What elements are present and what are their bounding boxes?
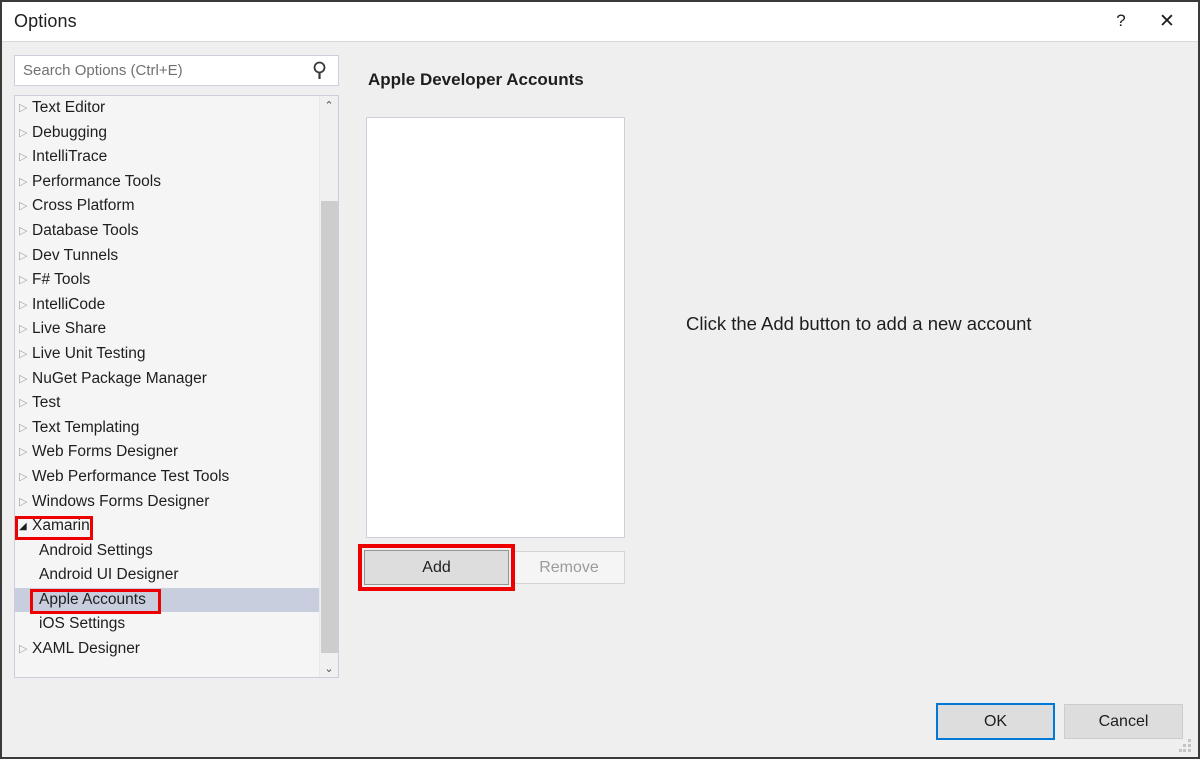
tree-item-windows-forms-designer[interactable]: ▷ Windows Forms Designer xyxy=(15,490,320,515)
tree-item-label: Text Templating xyxy=(32,418,140,436)
tree-item-database-tools[interactable]: ▷ Database Tools xyxy=(15,219,320,244)
search-icon[interactable] xyxy=(311,60,331,81)
tree-item-cross-platform[interactable]: ▷ Cross Platform xyxy=(15,194,320,219)
options-tree-list[interactable]: ▷ Text Editor ▷ Debugging ▷ IntelliTrace ▷ Perf… xyxy=(15,96,320,677)
tree-item-label: Live Unit Testing xyxy=(32,344,146,362)
tree-item-label: NuGet Package Manager xyxy=(32,369,207,387)
tree-item-apple-accounts[interactable]: Apple Accounts xyxy=(15,587,320,613)
chevron-collapsed-icon[interactable]: ▷ xyxy=(19,317,32,342)
add-button[interactable]: Add xyxy=(364,550,509,585)
title-bar: Options ? ✕ xyxy=(2,2,1198,42)
chevron-collapsed-icon[interactable]: ▷ xyxy=(19,244,32,269)
options-tree[interactable]: ▷ Text Editor ▷ Debugging ▷ IntelliTrace ▷ Perf… xyxy=(14,95,339,678)
tree-item-label: Live Share xyxy=(32,320,107,338)
tree-item-xamarin[interactable]: ◢ Xamarin xyxy=(15,514,320,539)
tree-item-label: Dev Tunnels xyxy=(32,246,119,264)
remove-button: Remove xyxy=(513,551,625,584)
tree-item-label: IntelliCode xyxy=(32,295,106,313)
ok-button[interactable]: OK xyxy=(936,703,1055,740)
tree-item-label: Xamarin xyxy=(32,517,90,535)
chevron-collapsed-icon[interactable]: ▷ xyxy=(19,194,32,219)
tree-item-label: Android UI Designer xyxy=(39,566,179,584)
chevron-collapsed-icon[interactable]: ▷ xyxy=(19,637,32,662)
chevron-collapsed-icon[interactable]: ▷ xyxy=(19,391,32,416)
tree-item-label: iOS Settings xyxy=(39,615,126,633)
tree-item-performance-tools[interactable]: ▷ Performance Tools xyxy=(15,170,320,195)
chevron-collapsed-icon[interactable]: ▷ xyxy=(19,121,32,146)
window-title: Options xyxy=(14,11,77,31)
empty-state-message: Click the Add button to add a new accoun… xyxy=(686,313,1032,334)
tree-item-label: Performance Tools xyxy=(32,172,161,190)
chevron-collapsed-icon[interactable]: ▷ xyxy=(19,268,32,293)
chevron-collapsed-icon[interactable]: ▷ xyxy=(19,440,32,465)
tree-item-label: Android Settings xyxy=(39,541,153,559)
chevron-collapsed-icon[interactable]: ▷ xyxy=(19,145,32,170)
search-box[interactable] xyxy=(14,55,339,86)
tree-item-debugging[interactable]: ▷ Debugging xyxy=(15,121,320,146)
tree-item-live-unit-testing[interactable]: ▷ Live Unit Testing xyxy=(15,342,320,367)
chevron-collapsed-icon[interactable]: ▷ xyxy=(19,465,32,490)
cancel-button[interactable]: Cancel xyxy=(1064,704,1183,739)
tree-item-android-ui-designer[interactable]: Android UI Designer xyxy=(15,563,320,588)
tree-item-test[interactable]: ▷ Test xyxy=(15,391,320,416)
tree-item-label: Cross Platform xyxy=(32,197,135,215)
tree-item-label: Apple Accounts xyxy=(39,590,146,608)
tree-item-android-settings[interactable]: Android Settings xyxy=(15,539,320,564)
chevron-collapsed-icon[interactable]: ▷ xyxy=(19,219,32,244)
tree-item-f-tools[interactable]: ▷ F# Tools xyxy=(15,268,320,293)
tree-item-label: F# Tools xyxy=(32,271,91,289)
tree-item-nuget-package-manager[interactable]: ▷ NuGet Package Manager xyxy=(15,367,320,392)
chevron-collapsed-icon[interactable]: ▷ xyxy=(19,342,32,367)
tree-item-label: Database Tools xyxy=(32,221,139,239)
chevron-collapsed-icon[interactable]: ▷ xyxy=(19,170,32,195)
search-input[interactable] xyxy=(15,56,305,85)
tree-item-intellitrace[interactable]: ▷ IntelliTrace xyxy=(15,145,320,170)
tree-item-web-forms-designer[interactable]: ▷ Web Forms Designer xyxy=(15,440,320,465)
tree-item-live-share[interactable]: ▷ Live Share xyxy=(15,317,320,342)
scroll-down-icon[interactable]: ⌄ xyxy=(320,659,338,677)
tree-item-label: Text Editor xyxy=(32,99,106,116)
help-icon[interactable]: ? xyxy=(1098,2,1144,40)
scrollbar-thumb[interactable] xyxy=(321,201,338,653)
tree-item-ios-settings[interactable]: iOS Settings xyxy=(15,612,320,637)
chevron-expanded-icon[interactable]: ◢ xyxy=(19,515,32,540)
page-title: Apple Developer Accounts xyxy=(368,70,584,89)
options-dialog: Options ? ✕ ▷Text Editor▷Debugging▷Intel… xyxy=(0,0,1200,759)
tree-item-label: Windows Forms Designer xyxy=(32,492,210,510)
chevron-collapsed-icon[interactable]: ▷ xyxy=(19,490,32,515)
tree-item-web-performance-test-tools[interactable]: ▷ Web Performance Test Tools xyxy=(15,465,320,490)
tree-item-label: XAML Designer xyxy=(32,640,140,658)
tree-item-text-editor[interactable]: ▷ Text Editor xyxy=(15,96,320,121)
tree-item-text-templating[interactable]: ▷ Text Templating xyxy=(15,416,320,441)
chevron-collapsed-icon[interactable]: ▷ xyxy=(19,293,32,318)
resize-grip[interactable] xyxy=(1179,739,1192,752)
tree-item-label: Web Forms Designer xyxy=(32,443,179,461)
tree-item-xaml-designer[interactable]: ▷ XAML Designer xyxy=(15,637,320,662)
chevron-collapsed-icon[interactable]: ▷ xyxy=(19,96,32,121)
tree-item-label: Web Performance Test Tools xyxy=(32,467,230,485)
chevron-collapsed-icon[interactable]: ▷ xyxy=(19,367,32,392)
chevron-collapsed-icon[interactable]: ▷ xyxy=(19,416,32,441)
accounts-list[interactable] xyxy=(366,117,625,538)
tree-scrollbar[interactable]: ⌃ ⌄ xyxy=(319,96,338,677)
tree-item-label: Test xyxy=(32,394,61,412)
scroll-up-icon[interactable]: ⌃ xyxy=(320,96,338,114)
tree-item-label: IntelliTrace xyxy=(32,148,108,166)
tree-item-intellicode[interactable]: ▷ IntelliCode xyxy=(15,293,320,318)
close-icon[interactable]: ✕ xyxy=(1144,2,1190,40)
tree-item-label: Debugging xyxy=(32,123,107,141)
tree-item-dev-tunnels[interactable]: ▷ Dev Tunnels xyxy=(15,244,320,269)
